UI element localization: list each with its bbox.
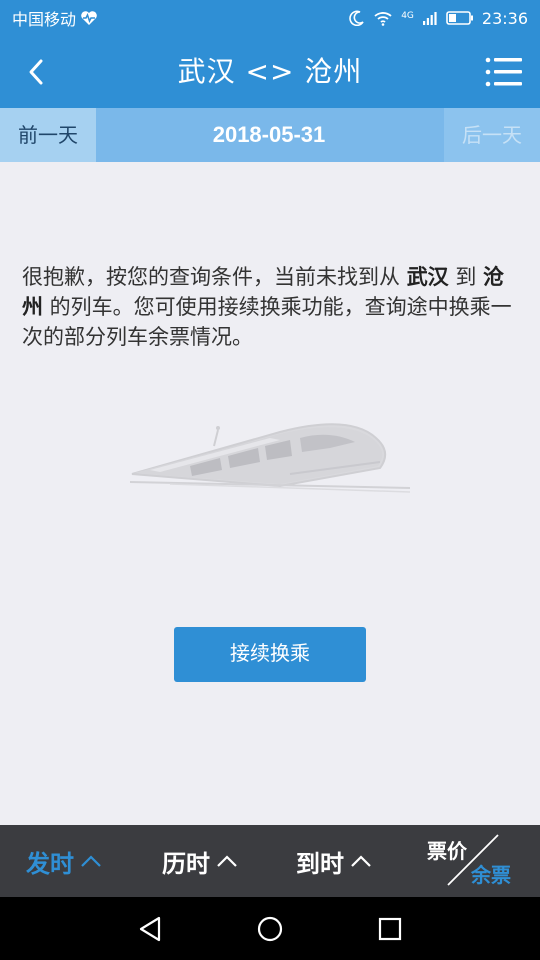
no-result-message: 很抱歉，按您的查询条件，当前未找到从 武汉 到 沧州 的列车。您可使用接续换乘功… — [22, 262, 522, 352]
app-header: 武汉 <> 沧州 — [0, 36, 540, 108]
system-nav-bar — [0, 897, 540, 960]
price-label: 票价 — [427, 839, 467, 863]
square-recent-icon — [378, 917, 402, 941]
carrier-name: 中国移动 — [12, 10, 77, 29]
battery-icon — [446, 11, 473, 25]
date-bar: 前一天 2018-05-31 后一天 — [0, 108, 540, 162]
chevron-up-icon — [81, 855, 101, 867]
current-date[interactable]: 2018-05-31 — [96, 108, 442, 162]
nav-back-button[interactable] — [132, 911, 168, 947]
nav-home-button[interactable] — [252, 911, 288, 947]
prev-day-button[interactable]: 前一天 — [0, 108, 96, 162]
back-button[interactable] — [12, 48, 60, 96]
chevron-up-icon — [351, 855, 371, 867]
wifi-icon — [374, 12, 392, 26]
sort-arrive-label: 到时 — [296, 849, 344, 878]
chevron-up-icon — [217, 855, 237, 867]
sort-depart-button[interactable]: 发时 — [26, 825, 102, 897]
moon-icon — [349, 10, 364, 26]
status-right: 4G 23:36 — [349, 9, 528, 28]
network-type-label: 4G — [401, 10, 414, 21]
status-left: 中国移动 — [12, 6, 98, 30]
chevron-left-icon — [29, 59, 43, 85]
sort-depart-label: 发时 — [26, 849, 74, 878]
stock-label: 余票 — [471, 863, 511, 887]
nav-recent-button[interactable] — [372, 911, 408, 947]
sort-price-stock-toggle[interactable]: 票价 余票 — [424, 825, 524, 897]
clock-time: 23:36 — [481, 8, 528, 28]
menu-list-icon — [485, 57, 522, 87]
transfer-button[interactable]: 接续换乘 — [174, 627, 366, 682]
signal-icon — [422, 12, 437, 25]
circle-home-icon — [257, 916, 283, 942]
message-part-3: 的列车。您可使用接续换乘功能，查询途中换乘一次的部分列车余票情况。 — [22, 295, 512, 349]
page-title: 武汉 <> 沧州 — [177, 55, 363, 88]
heart-health-icon — [81, 11, 97, 25]
triangle-back-icon — [139, 916, 161, 942]
status-bar: 中国移动 4G 23:36 — [0, 0, 540, 36]
sort-arrive-button[interactable]: 到时 — [296, 825, 372, 897]
message-from-station: 武汉 — [406, 265, 449, 289]
sort-bar: 发时 历时 到时 票价 余票 — [0, 825, 540, 897]
message-part-1: 很抱歉，按您的查询条件，当前未找到从 — [22, 265, 407, 289]
sort-duration-button[interactable]: 历时 — [162, 825, 238, 897]
menu-button[interactable] — [482, 50, 526, 94]
train-illustration — [130, 423, 411, 493]
message-part-2: 到 — [448, 265, 484, 289]
next-day-button[interactable]: 后一天 — [444, 108, 540, 162]
sort-duration-label: 历时 — [162, 849, 210, 878]
